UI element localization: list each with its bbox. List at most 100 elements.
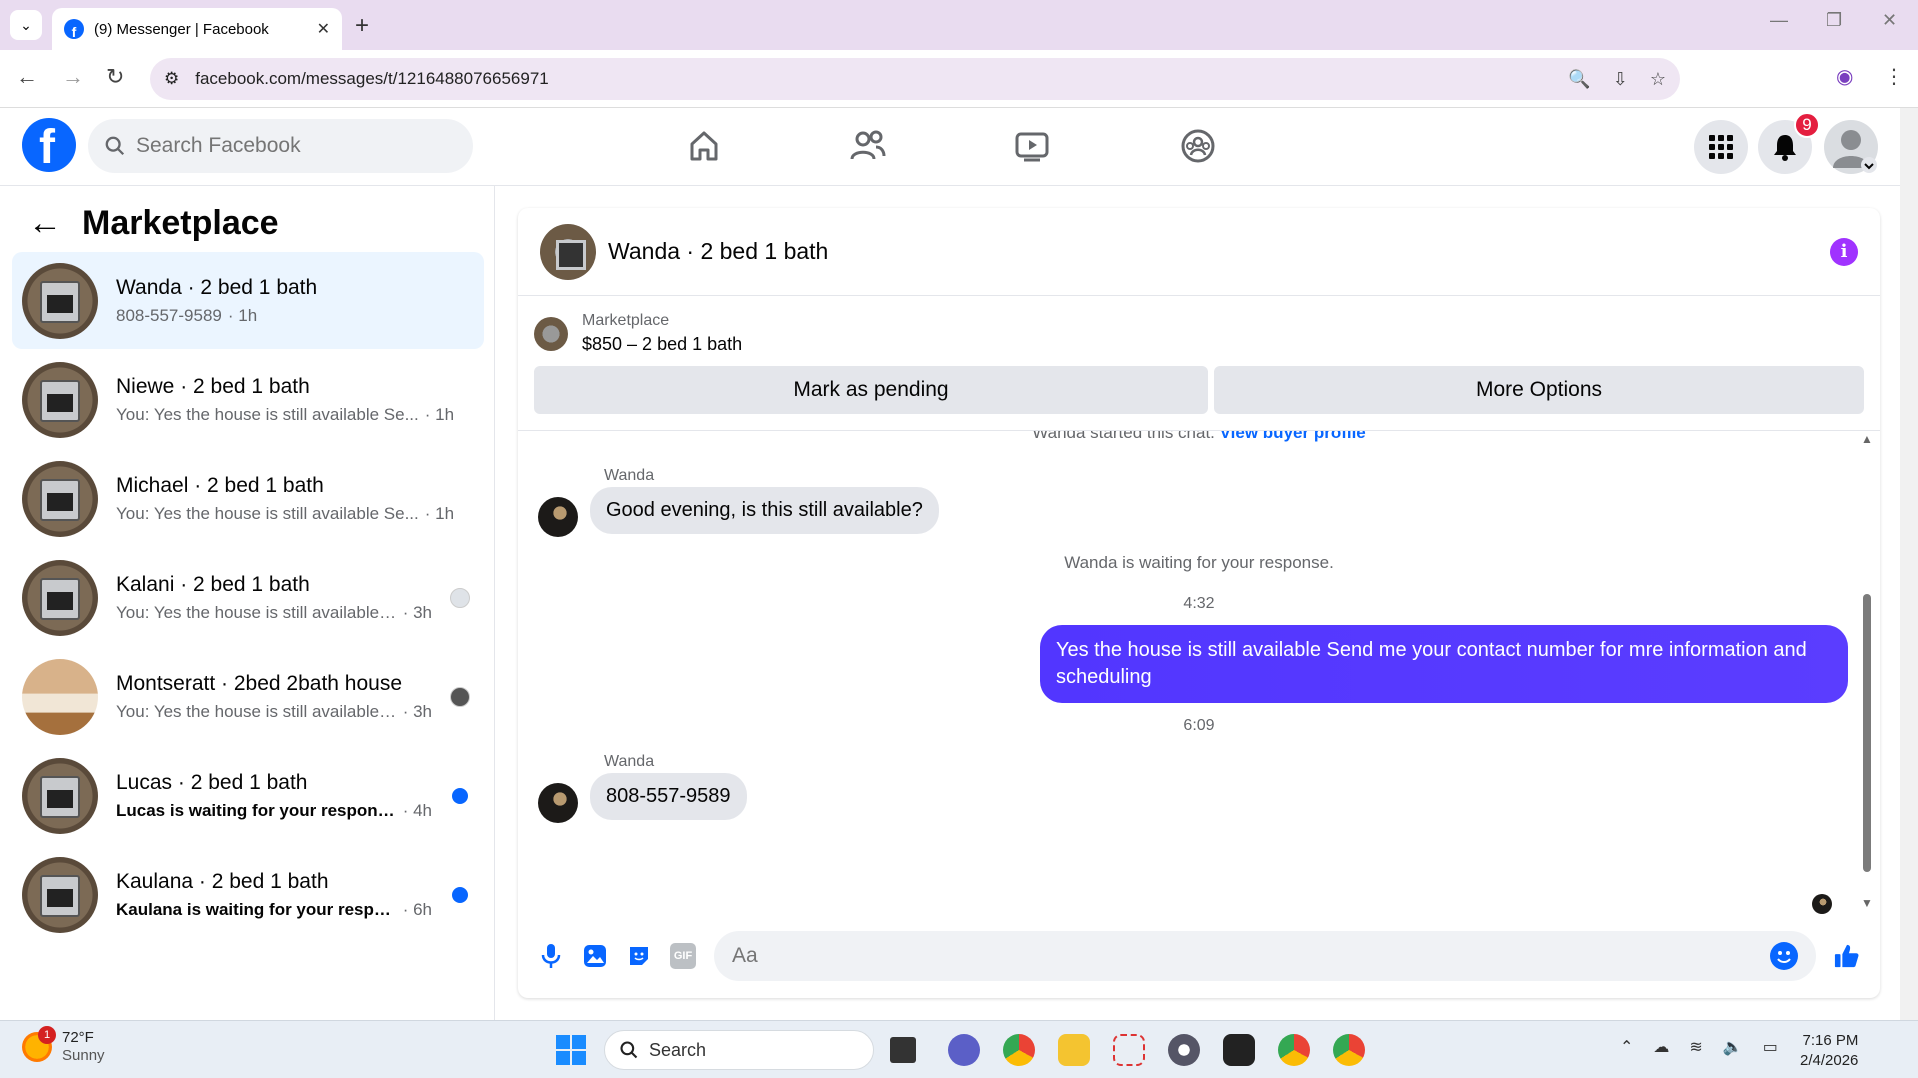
info-icon[interactable]: i [1830,237,1858,266]
profile-icon[interactable]: ◉ [1836,64,1853,89]
conversation-item[interactable]: Kalani · 2 bed 1 bath You: Yes the house… [12,549,484,646]
file-explorer-icon[interactable] [1058,1034,1090,1066]
chat-title[interactable]: Wanda · 2 bed 1 bath [608,238,828,265]
listing-thumbnail [22,361,98,438]
waiting-notice: Wanda is waiting for your response. [1064,553,1334,572]
sticker-icon[interactable] [626,943,652,969]
conversation-preview: You: Yes the house is still available Se… [116,503,419,523]
reload-icon[interactable]: ↻ [106,64,124,90]
teams-app-icon[interactable] [948,1034,980,1066]
gif-icon[interactable]: GIF [670,943,696,969]
zoom-icon[interactable]: 🔍 [1568,69,1590,90]
conversation-preview: You: Yes the house is still available ..… [116,701,397,721]
conversation-item[interactable]: Lucas · 2 bed 1 bath Lucas is waiting fo… [12,747,484,844]
facebook-search[interactable] [88,119,473,173]
windows-taskbar: 1 72°F Sunny Search ⌃ ☁ ≋ 🔈 ▭ 7:16 PM 2/… [0,1020,1918,1078]
snipping-tool-icon[interactable] [1113,1034,1145,1066]
weather-widget[interactable]: 1 72°F Sunny [22,1026,105,1065]
notification-badge: 9 [1794,112,1820,138]
restore-icon[interactable]: ❐ [1826,10,1842,31]
taskbar-search[interactable]: Search [604,1030,874,1070]
terminal-app-icon[interactable] [890,1037,916,1063]
more-options-button[interactable]: More Options [1214,366,1864,414]
mark-as-pending-button[interactable]: Mark as pending [534,366,1208,414]
menu-kebab-icon[interactable]: ⋮ [1884,64,1904,89]
search-icon [620,1041,638,1059]
address-bar[interactable]: ⚙ facebook.com/messages/t/12164880766569… [150,58,1680,100]
weather-badge: 1 [38,1026,56,1044]
photo-icon[interactable] [582,943,608,969]
conversation-item[interactable]: Montseratt · 2bed 2bath house You: Yes t… [12,648,484,745]
incoming-message[interactable]: 808-557-9589 [590,773,747,820]
view-buyer-profile-link[interactable]: View buyer profile [1220,431,1366,442]
chrome-app-icon[interactable] [1003,1034,1035,1066]
chrome-profile2-app-icon[interactable] [1333,1034,1365,1066]
back-arrow-icon[interactable]: ← [28,204,62,243]
windows-start-icon[interactable] [556,1035,586,1065]
sender-name: Wanda [604,753,655,770]
conversation-name: Wanda · 2 bed 1 bath [116,275,318,299]
search-input[interactable] [136,134,436,158]
minimize-icon[interactable]: — [1770,10,1788,31]
back-icon[interactable]: ← [16,64,38,90]
settings-gear-icon[interactable] [1168,1034,1200,1066]
conversation-item[interactable]: Michael · 2 bed 1 bath You: Yes the hous… [12,450,484,547]
volume-icon[interactable]: 🔈 [1723,1037,1743,1057]
url-text: facebook.com/messages/t/1216488076656971 [195,69,549,88]
window-close-icon[interactable]: ✕ [1882,10,1897,31]
taskbar-clock[interactable]: 7:16 PM 2/4/2026 [1800,1031,1858,1072]
tab-search-button[interactable]: ⌄ [10,10,42,40]
groups-icon[interactable] [1178,126,1218,166]
forward-icon[interactable]: → [62,64,84,90]
listing-thumbnail [22,460,98,537]
chrome-profile-app-icon[interactable] [1278,1034,1310,1066]
sender-avatar[interactable] [538,783,578,823]
new-tab-button[interactable]: + [355,12,369,40]
sender-name: Wanda [604,467,655,484]
conversation-time: · 6h [402,899,432,919]
capcut-app-icon[interactable] [1223,1034,1255,1066]
battery-icon[interactable]: ▭ [1763,1037,1778,1057]
facebook-favicon-icon: f [64,19,84,39]
home-icon[interactable] [684,126,724,166]
bookmark-star-icon[interactable]: ☆ [1650,69,1666,90]
message-input-field[interactable] [714,931,1816,981]
listing-thumbnail [22,658,98,735]
like-thumb-icon[interactable] [1834,943,1860,969]
wifi-icon[interactable]: ≋ [1689,1037,1702,1057]
incoming-message[interactable]: Good evening, is this still available? [590,487,939,534]
outgoing-message[interactable]: Yes the house is still available Send me… [1040,625,1848,703]
scroll-down-icon[interactable]: ▼ [1861,896,1873,910]
cloud-offline-icon[interactable]: ☁ [1653,1037,1669,1057]
browser-tab[interactable]: f (9) Messenger | Facebook ✕ [52,8,342,50]
sender-avatar[interactable] [538,497,578,537]
close-icon[interactable]: ✕ [317,19,330,39]
conversation-item[interactable]: Niewe · 2 bed 1 bath You: Yes the house … [12,351,484,448]
conversation-preview: You: Yes the house is still available Se… [116,404,419,424]
thread-scrollbar[interactable]: ▲ ▼ [1860,430,1874,914]
microphone-icon[interactable] [538,943,564,969]
watch-icon[interactable] [1012,126,1052,166]
install-app-icon[interactable]: ⇩ [1613,69,1628,90]
menu-grid-button[interactable] [1694,120,1748,174]
friends-icon[interactable] [848,126,888,166]
conversation-name: Niewe · 2 bed 1 bath [116,374,310,398]
scroll-up-icon[interactable]: ▲ [1861,432,1873,446]
conversation-item[interactable]: Wanda · 2 bed 1 bath 808-557-9589 · 1h [12,252,484,349]
chevron-up-icon[interactable]: ⌃ [1620,1037,1633,1057]
chat-avatar[interactable] [540,223,596,280]
account-avatar[interactable] [1824,120,1878,174]
emoji-icon[interactable] [1770,942,1798,970]
browser-toolbar: ← → ↻ ⚙ facebook.com/messages/t/12164880… [0,50,1918,108]
message-thread: Wanda started this chat. View buyer prof… [518,430,1880,914]
message-composer: GIF [518,926,1880,986]
facebook-logo-icon[interactable]: f [22,118,76,172]
conversation-item[interactable]: Kaulana · 2 bed 1 bath Kaulana is waitin… [12,846,484,943]
listing-summary[interactable]: Marketplace $850 – 2 bed 1 bath [534,312,742,355]
page-scrollbar[interactable] [1900,108,1918,1020]
site-settings-icon[interactable]: ⚙ [164,69,179,89]
conversation-preview: 808-557-9589 [116,305,222,325]
conversation-name: Michael · 2 bed 1 bath [116,473,324,497]
scroll-thumb[interactable] [1863,594,1871,872]
message-input[interactable] [732,944,1770,968]
